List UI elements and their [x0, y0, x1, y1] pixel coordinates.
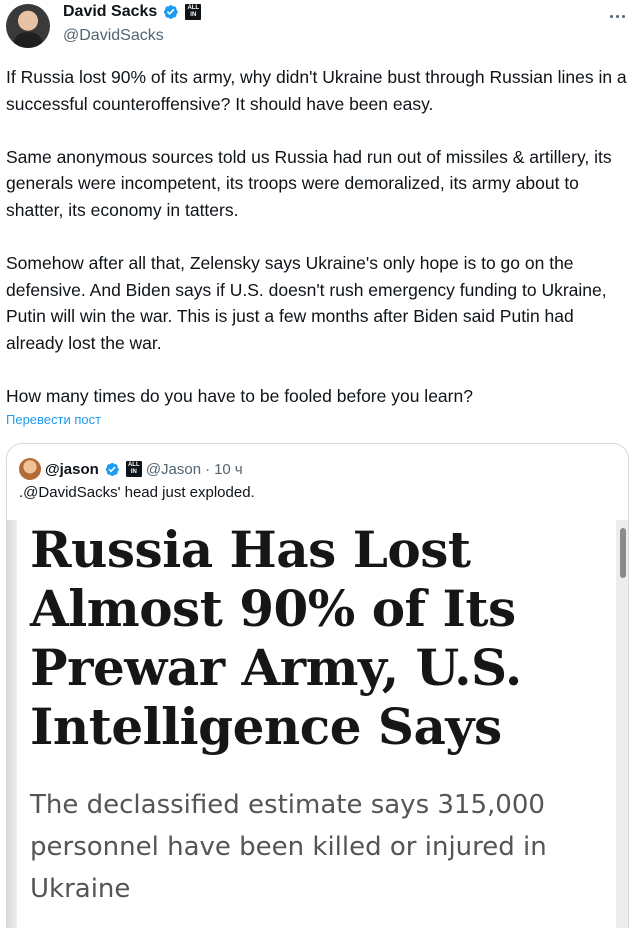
- verified-badge-icon: [105, 462, 119, 476]
- tweet-paragraph: Same anonymous sources told us Russia ha…: [6, 146, 612, 220]
- all-in-badge-icon: ALL IN: [185, 4, 202, 20]
- article-headline: Russia Has Lost Almost 90% of Its Prewar…: [30, 520, 522, 756]
- tweet-paragraph: How many times do you have to be fooled …: [6, 386, 473, 407]
- quoted-tweet-header: @jason ALL IN @Jason · 10 ч: [19, 458, 243, 480]
- translate-post-link[interactable]: Перевести пост: [6, 412, 101, 427]
- tweet-header: David Sacks ALL IN @DavidSacks: [0, 0, 639, 60]
- tweet-paragraph: Somehow after all that, Zelensky says Uk…: [6, 253, 607, 353]
- quoted-tweet[interactable]: @jason ALL IN @Jason · 10 ч .@DavidSacks…: [6, 443, 629, 928]
- quoted-tweet-text: .@DavidSacks' head just exploded.: [19, 484, 255, 501]
- author-name[interactable]: David Sacks: [63, 3, 157, 21]
- quoted-timestamp[interactable]: 10 ч: [214, 461, 243, 478]
- separator-dot: ·: [205, 460, 211, 478]
- author-name-row: David Sacks ALL IN: [63, 3, 202, 21]
- image-left-edge: [7, 520, 17, 928]
- quoted-image[interactable]: Russia Has Lost Almost 90% of Its Prewar…: [7, 520, 628, 928]
- tweet-paragraph: If Russia lost 90% of its army, why didn…: [6, 67, 627, 114]
- more-icon[interactable]: [603, 4, 631, 28]
- quoted-author-handle[interactable]: @Jason: [146, 461, 201, 478]
- tweet-text: If Russia lost 90% of its army, why didn…: [6, 64, 631, 410]
- image-scrollbar-thumb: [620, 528, 626, 578]
- image-scrollbar-track: [616, 520, 628, 928]
- quoted-author-avatar[interactable]: [19, 458, 41, 480]
- all-in-badge-icon: ALL IN: [125, 461, 142, 477]
- author-handle[interactable]: @DavidSacks: [63, 27, 164, 45]
- quoted-author-name[interactable]: @jason: [45, 461, 99, 478]
- verified-badge-icon: [164, 5, 178, 19]
- author-avatar[interactable]: [6, 4, 50, 48]
- article-subhead: The declassified estimate says 315,000 p…: [30, 790, 547, 904]
